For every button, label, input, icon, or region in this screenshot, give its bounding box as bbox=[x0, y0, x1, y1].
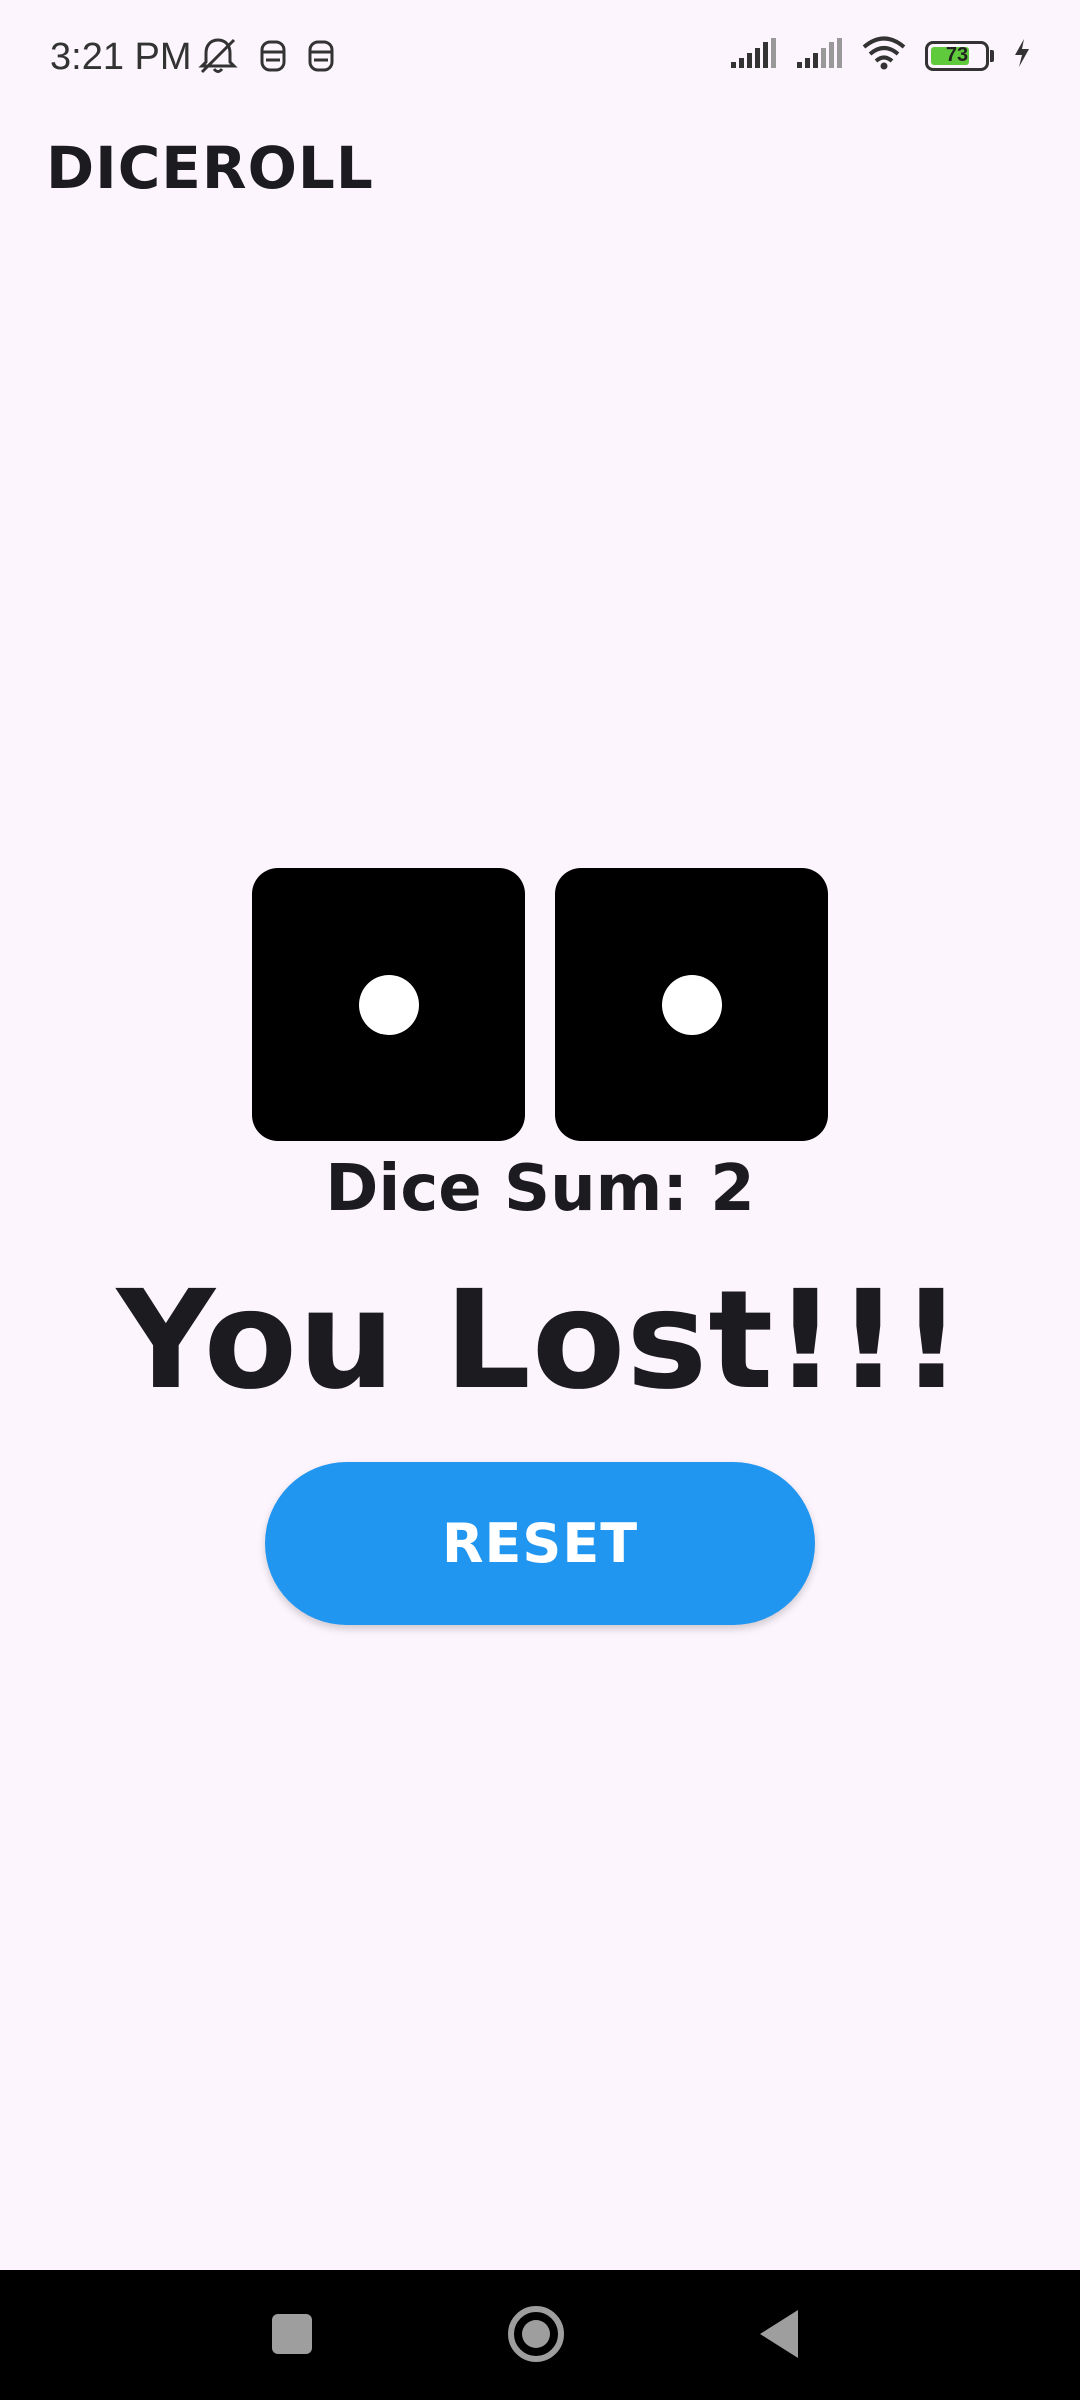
die-left[interactable] bbox=[252, 868, 525, 1141]
back-icon[interactable] bbox=[760, 2310, 798, 2358]
recents-icon[interactable] bbox=[272, 2314, 312, 2354]
die-right[interactable] bbox=[555, 868, 828, 1141]
status-time: 3:21 PM bbox=[50, 36, 192, 78]
navigation-bar bbox=[0, 2270, 1080, 2400]
die-pip bbox=[359, 975, 419, 1035]
app-notification-icon bbox=[306, 38, 336, 79]
status-bar: 3:21 PM 73 bbox=[0, 0, 1080, 120]
battery-icon: 73 bbox=[925, 40, 989, 71]
reset-button[interactable]: RESET bbox=[265, 1462, 815, 1625]
home-icon-inner bbox=[522, 2320, 550, 2348]
charging-icon bbox=[1012, 37, 1032, 74]
dice-row bbox=[252, 868, 828, 1141]
app-notification-icon bbox=[258, 38, 288, 79]
home-icon[interactable] bbox=[508, 2306, 564, 2362]
result-message: You Lost!!! bbox=[116, 1262, 964, 1420]
cellular-signal-icon bbox=[729, 36, 777, 75]
dice-sum: Dice Sum: 2 bbox=[325, 1152, 755, 1226]
battery-group: 73 bbox=[925, 40, 994, 71]
wifi-icon bbox=[861, 36, 907, 75]
die-pip bbox=[662, 975, 722, 1035]
app-title: DICEROLL bbox=[46, 134, 374, 202]
notifications-off-icon bbox=[196, 36, 240, 81]
battery-cap bbox=[990, 49, 994, 62]
battery-level: 73 bbox=[945, 44, 969, 66]
status-icons-left bbox=[196, 36, 336, 81]
status-icons-right: 73 bbox=[729, 36, 1032, 75]
cellular-signal-icon bbox=[795, 36, 843, 75]
